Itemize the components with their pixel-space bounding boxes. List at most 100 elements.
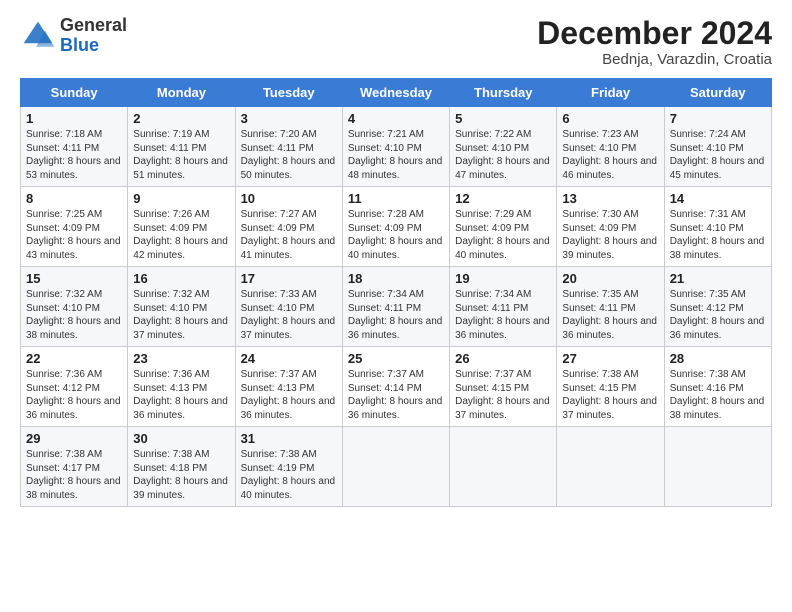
day-number: 16	[133, 271, 229, 286]
day-number: 8	[26, 191, 122, 206]
day-number: 25	[348, 351, 444, 366]
day-number: 12	[455, 191, 551, 206]
calendar-cell: 15 Sunrise: 7:32 AMSunset: 4:10 PMDaylig…	[21, 267, 128, 347]
day-info: Sunrise: 7:37 AMSunset: 4:14 PMDaylight:…	[348, 369, 443, 421]
day-info: Sunrise: 7:26 AMSunset: 4:09 PMDaylight:…	[133, 209, 228, 261]
day-number: 21	[670, 271, 766, 286]
calendar-cell: 22 Sunrise: 7:36 AMSunset: 4:12 PMDaylig…	[21, 347, 128, 427]
day-info: Sunrise: 7:29 AMSunset: 4:09 PMDaylight:…	[455, 209, 550, 261]
calendar-cell: 25 Sunrise: 7:37 AMSunset: 4:14 PMDaylig…	[342, 347, 449, 427]
day-number: 5	[455, 111, 551, 126]
calendar-week-3: 15 Sunrise: 7:32 AMSunset: 4:10 PMDaylig…	[21, 267, 772, 347]
day-number: 10	[241, 191, 337, 206]
day-number: 11	[348, 191, 444, 206]
calendar-cell: 29 Sunrise: 7:38 AMSunset: 4:17 PMDaylig…	[21, 427, 128, 507]
day-number: 3	[241, 111, 337, 126]
calendar-cell	[557, 427, 664, 507]
calendar-cell: 30 Sunrise: 7:38 AMSunset: 4:18 PMDaylig…	[128, 427, 235, 507]
calendar-cell: 27 Sunrise: 7:38 AMSunset: 4:15 PMDaylig…	[557, 347, 664, 427]
day-number: 9	[133, 191, 229, 206]
day-info: Sunrise: 7:27 AMSunset: 4:09 PMDaylight:…	[241, 209, 336, 261]
calendar-cell: 21 Sunrise: 7:35 AMSunset: 4:12 PMDaylig…	[664, 267, 771, 347]
header: General Blue December 2024 Bednja, Varaz…	[20, 16, 772, 68]
calendar-week-2: 8 Sunrise: 7:25 AMSunset: 4:09 PMDayligh…	[21, 187, 772, 267]
day-info: Sunrise: 7:36 AMSunset: 4:13 PMDaylight:…	[133, 369, 228, 421]
logo: General Blue	[20, 16, 127, 56]
day-info: Sunrise: 7:37 AMSunset: 4:13 PMDaylight:…	[241, 369, 336, 421]
day-number: 30	[133, 431, 229, 446]
day-number: 20	[562, 271, 658, 286]
day-info: Sunrise: 7:32 AMSunset: 4:10 PMDaylight:…	[26, 289, 121, 341]
day-info: Sunrise: 7:28 AMSunset: 4:09 PMDaylight:…	[348, 209, 443, 261]
weekday-header-tuesday: Tuesday	[235, 79, 342, 107]
calendar-cell: 5 Sunrise: 7:22 AMSunset: 4:10 PMDayligh…	[450, 107, 557, 187]
day-info: Sunrise: 7:20 AMSunset: 4:11 PMDaylight:…	[241, 129, 336, 181]
day-info: Sunrise: 7:38 AMSunset: 4:17 PMDaylight:…	[26, 449, 121, 501]
weekday-header-row: SundayMondayTuesdayWednesdayThursdayFrid…	[21, 79, 772, 107]
day-number: 1	[26, 111, 122, 126]
day-number: 26	[455, 351, 551, 366]
day-number: 6	[562, 111, 658, 126]
location: Bednja, Varazdin, Croatia	[537, 51, 772, 68]
calendar-week-4: 22 Sunrise: 7:36 AMSunset: 4:12 PMDaylig…	[21, 347, 772, 427]
calendar-cell: 7 Sunrise: 7:24 AMSunset: 4:10 PMDayligh…	[664, 107, 771, 187]
day-info: Sunrise: 7:32 AMSunset: 4:10 PMDaylight:…	[133, 289, 228, 341]
calendar-cell	[450, 427, 557, 507]
logo-icon	[20, 18, 56, 54]
title-block: December 2024 Bednja, Varazdin, Croatia	[537, 16, 772, 68]
calendar-cell: 26 Sunrise: 7:37 AMSunset: 4:15 PMDaylig…	[450, 347, 557, 427]
calendar-cell: 11 Sunrise: 7:28 AMSunset: 4:09 PMDaylig…	[342, 187, 449, 267]
day-info: Sunrise: 7:34 AMSunset: 4:11 PMDaylight:…	[348, 289, 443, 341]
logo-text: General Blue	[60, 16, 127, 56]
weekday-header-friday: Friday	[557, 79, 664, 107]
calendar-cell: 18 Sunrise: 7:34 AMSunset: 4:11 PMDaylig…	[342, 267, 449, 347]
calendar-cell: 4 Sunrise: 7:21 AMSunset: 4:10 PMDayligh…	[342, 107, 449, 187]
day-info: Sunrise: 7:38 AMSunset: 4:16 PMDaylight:…	[670, 369, 765, 421]
weekday-header-sunday: Sunday	[21, 79, 128, 107]
day-number: 31	[241, 431, 337, 446]
calendar-cell: 12 Sunrise: 7:29 AMSunset: 4:09 PMDaylig…	[450, 187, 557, 267]
page: General Blue December 2024 Bednja, Varaz…	[0, 0, 792, 612]
day-number: 19	[455, 271, 551, 286]
calendar-cell: 31 Sunrise: 7:38 AMSunset: 4:19 PMDaylig…	[235, 427, 342, 507]
day-number: 17	[241, 271, 337, 286]
calendar-cell: 2 Sunrise: 7:19 AMSunset: 4:11 PMDayligh…	[128, 107, 235, 187]
calendar-week-5: 29 Sunrise: 7:38 AMSunset: 4:17 PMDaylig…	[21, 427, 772, 507]
day-number: 14	[670, 191, 766, 206]
day-info: Sunrise: 7:18 AMSunset: 4:11 PMDaylight:…	[26, 129, 121, 181]
calendar-week-1: 1 Sunrise: 7:18 AMSunset: 4:11 PMDayligh…	[21, 107, 772, 187]
day-info: Sunrise: 7:22 AMSunset: 4:10 PMDaylight:…	[455, 129, 550, 181]
weekday-header-wednesday: Wednesday	[342, 79, 449, 107]
day-info: Sunrise: 7:38 AMSunset: 4:18 PMDaylight:…	[133, 449, 228, 501]
day-info: Sunrise: 7:30 AMSunset: 4:09 PMDaylight:…	[562, 209, 657, 261]
day-number: 22	[26, 351, 122, 366]
calendar-cell: 10 Sunrise: 7:27 AMSunset: 4:09 PMDaylig…	[235, 187, 342, 267]
day-number: 24	[241, 351, 337, 366]
day-number: 28	[670, 351, 766, 366]
calendar-cell: 14 Sunrise: 7:31 AMSunset: 4:10 PMDaylig…	[664, 187, 771, 267]
day-info: Sunrise: 7:31 AMSunset: 4:10 PMDaylight:…	[670, 209, 765, 261]
calendar-cell: 16 Sunrise: 7:32 AMSunset: 4:10 PMDaylig…	[128, 267, 235, 347]
day-number: 2	[133, 111, 229, 126]
month-title: December 2024	[537, 16, 772, 51]
calendar-cell: 9 Sunrise: 7:26 AMSunset: 4:09 PMDayligh…	[128, 187, 235, 267]
calendar-cell: 3 Sunrise: 7:20 AMSunset: 4:11 PMDayligh…	[235, 107, 342, 187]
day-info: Sunrise: 7:33 AMSunset: 4:10 PMDaylight:…	[241, 289, 336, 341]
day-info: Sunrise: 7:23 AMSunset: 4:10 PMDaylight:…	[562, 129, 657, 181]
day-info: Sunrise: 7:36 AMSunset: 4:12 PMDaylight:…	[26, 369, 121, 421]
day-info: Sunrise: 7:38 AMSunset: 4:19 PMDaylight:…	[241, 449, 336, 501]
calendar-cell: 23 Sunrise: 7:36 AMSunset: 4:13 PMDaylig…	[128, 347, 235, 427]
calendar-cell: 17 Sunrise: 7:33 AMSunset: 4:10 PMDaylig…	[235, 267, 342, 347]
day-info: Sunrise: 7:21 AMSunset: 4:10 PMDaylight:…	[348, 129, 443, 181]
weekday-header-monday: Monday	[128, 79, 235, 107]
calendar-cell: 28 Sunrise: 7:38 AMSunset: 4:16 PMDaylig…	[664, 347, 771, 427]
calendar-cell: 24 Sunrise: 7:37 AMSunset: 4:13 PMDaylig…	[235, 347, 342, 427]
calendar-table: SundayMondayTuesdayWednesdayThursdayFrid…	[20, 78, 772, 507]
calendar-cell: 19 Sunrise: 7:34 AMSunset: 4:11 PMDaylig…	[450, 267, 557, 347]
day-number: 23	[133, 351, 229, 366]
day-number: 29	[26, 431, 122, 446]
calendar-cell	[664, 427, 771, 507]
calendar-cell: 8 Sunrise: 7:25 AMSunset: 4:09 PMDayligh…	[21, 187, 128, 267]
day-number: 13	[562, 191, 658, 206]
day-info: Sunrise: 7:25 AMSunset: 4:09 PMDaylight:…	[26, 209, 121, 261]
